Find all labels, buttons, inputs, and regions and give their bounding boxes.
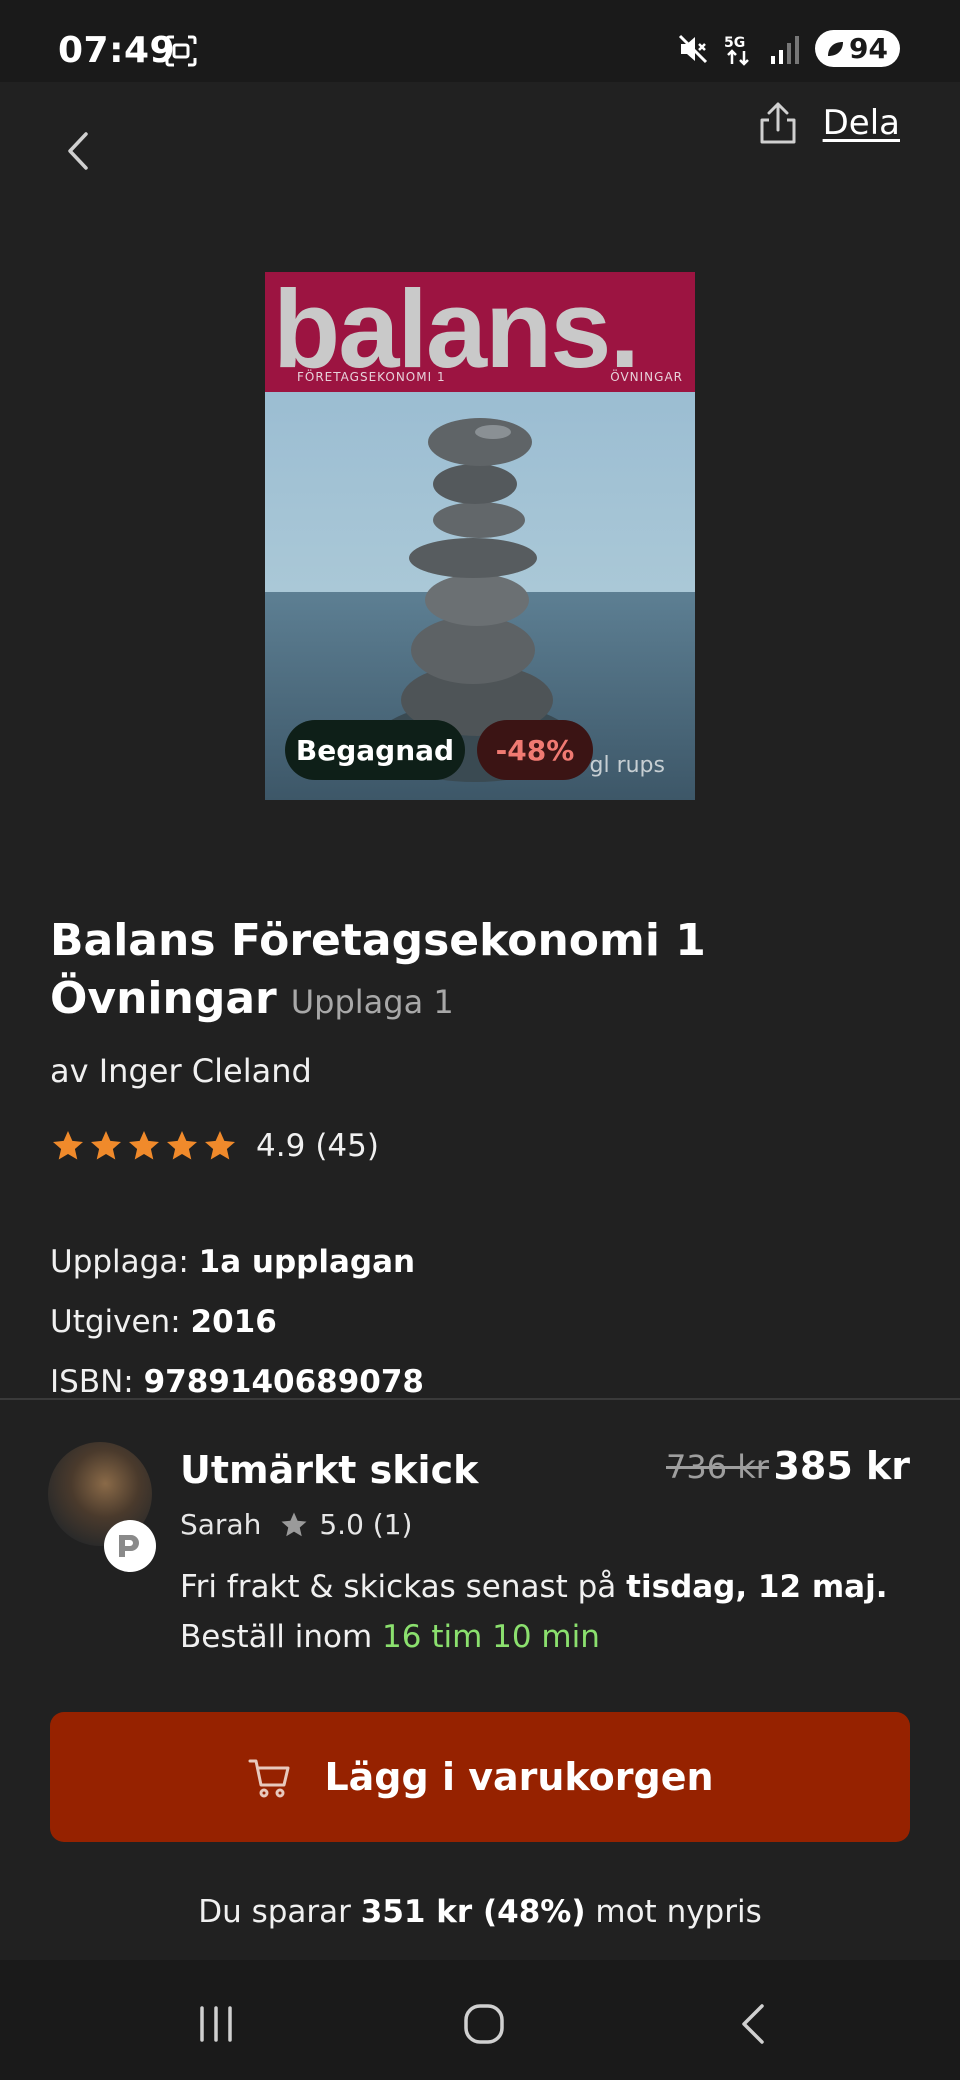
seller-rating: 5.0 (1): [319, 1508, 413, 1541]
order-text: Beställ inom: [180, 1619, 373, 1655]
spec-published-label: Utgiven:: [50, 1304, 181, 1340]
product-title: Balans Företagsekonomi 1 Övningar Upplaga…: [50, 912, 910, 1031]
offer-condition: Utmärkt skick: [180, 1448, 479, 1492]
spec-published-value: 2016: [190, 1304, 277, 1340]
spec-isbn-value: 9789140689078: [143, 1364, 425, 1400]
spec-published: Utgiven: 2016: [50, 1304, 277, 1340]
spec-edition: Upplaga: 1a upplagan: [50, 1244, 415, 1280]
seller-badge-icon: [104, 1520, 156, 1572]
add-to-cart-button[interactable]: Lägg i varukorgen: [50, 1712, 910, 1842]
discount-badge: -48%: [477, 720, 593, 780]
current-price: 385 kr: [773, 1444, 910, 1488]
seller-star-icon: [281, 1512, 307, 1536]
status-bar: 07:49 5G 94: [0, 0, 960, 82]
shipping-info: Fri frakt & skickas senast på tisdag, 12…: [180, 1562, 920, 1662]
author-link[interactable]: av Inger Cleland: [50, 1052, 312, 1090]
home-icon[interactable]: [462, 2002, 506, 2046]
spec-isbn: ISBN: 9789140689078: [50, 1364, 424, 1400]
battery-indicator: 94: [815, 30, 900, 67]
star-icon: [53, 1131, 83, 1160]
back-button[interactable]: [56, 126, 100, 176]
star-icon: [129, 1131, 159, 1160]
seller-info[interactable]: Sarah 5.0 (1): [180, 1508, 412, 1541]
cover-subtitle-left: FÖRETAGSEKONOMI 1: [297, 370, 446, 384]
spec-edition-value: 1a upplagan: [198, 1244, 416, 1280]
add-to-cart-label: Lägg i varukorgen: [324, 1755, 714, 1799]
star-icon: [205, 1131, 235, 1160]
purchase-sheet: Utmärkt skick Sarah 5.0 (1) 736 kr 385 k…: [0, 1398, 960, 1960]
share-label[interactable]: Dela: [823, 103, 900, 143]
spec-edition-label: Upplaga:: [50, 1244, 189, 1280]
savings-prefix: Du sparar: [198, 1894, 351, 1930]
cover-publisher: gl rups: [589, 753, 666, 778]
condition-badge: Begagnad: [285, 720, 465, 780]
cart-icon: [248, 1759, 290, 1798]
order-countdown: 16 tim 10 min: [382, 1619, 600, 1655]
original-price: 736 kr: [666, 1448, 769, 1486]
system-back-icon[interactable]: [738, 2002, 770, 2046]
seller-badge-logo: [119, 1535, 139, 1557]
battery-level: 94: [849, 32, 888, 65]
recent-apps-icon[interactable]: [194, 2004, 238, 2044]
status-time: 07:49: [58, 30, 176, 71]
system-nav-bar: [0, 1960, 960, 2080]
shipping-line: Fri frakt & skickas senast på tisdag, 12…: [180, 1562, 920, 1612]
battery-saver-icon: [828, 41, 844, 56]
savings-suffix: mot nypris: [595, 1894, 762, 1930]
screenshot-icon: [165, 35, 197, 67]
savings-info: Du sparar 351 kr (48%) mot nypris: [0, 1894, 960, 1930]
star-icon: [91, 1131, 121, 1160]
star-icon: [167, 1131, 197, 1160]
rating-value: 4.9: [256, 1128, 306, 1164]
share-icon: [760, 102, 796, 144]
cover-subtitle-right: ÖVNINGAR: [610, 370, 683, 384]
seller-name: Sarah: [180, 1508, 262, 1541]
signal-icon: [771, 35, 800, 64]
savings-amount: 351 kr (48%): [360, 1894, 586, 1930]
edition-inline: Upplaga 1: [290, 983, 454, 1021]
share-button[interactable]: Dela: [757, 100, 900, 146]
rating-count: (45): [315, 1128, 379, 1164]
mute-icon: [678, 34, 708, 63]
shipping-date: tisdag, 12 maj.: [626, 1569, 888, 1605]
order-deadline-line: Beställ inom 16 tim 10 min: [180, 1612, 920, 1662]
5g-icon: 5G: [724, 35, 749, 66]
svg-text:5G: 5G: [724, 35, 745, 51]
shipping-text: Fri frakt & skickas senast på: [180, 1569, 617, 1605]
spec-isbn-label: ISBN:: [50, 1364, 134, 1400]
rating-row[interactable]: 4.9 (45): [50, 1128, 379, 1164]
